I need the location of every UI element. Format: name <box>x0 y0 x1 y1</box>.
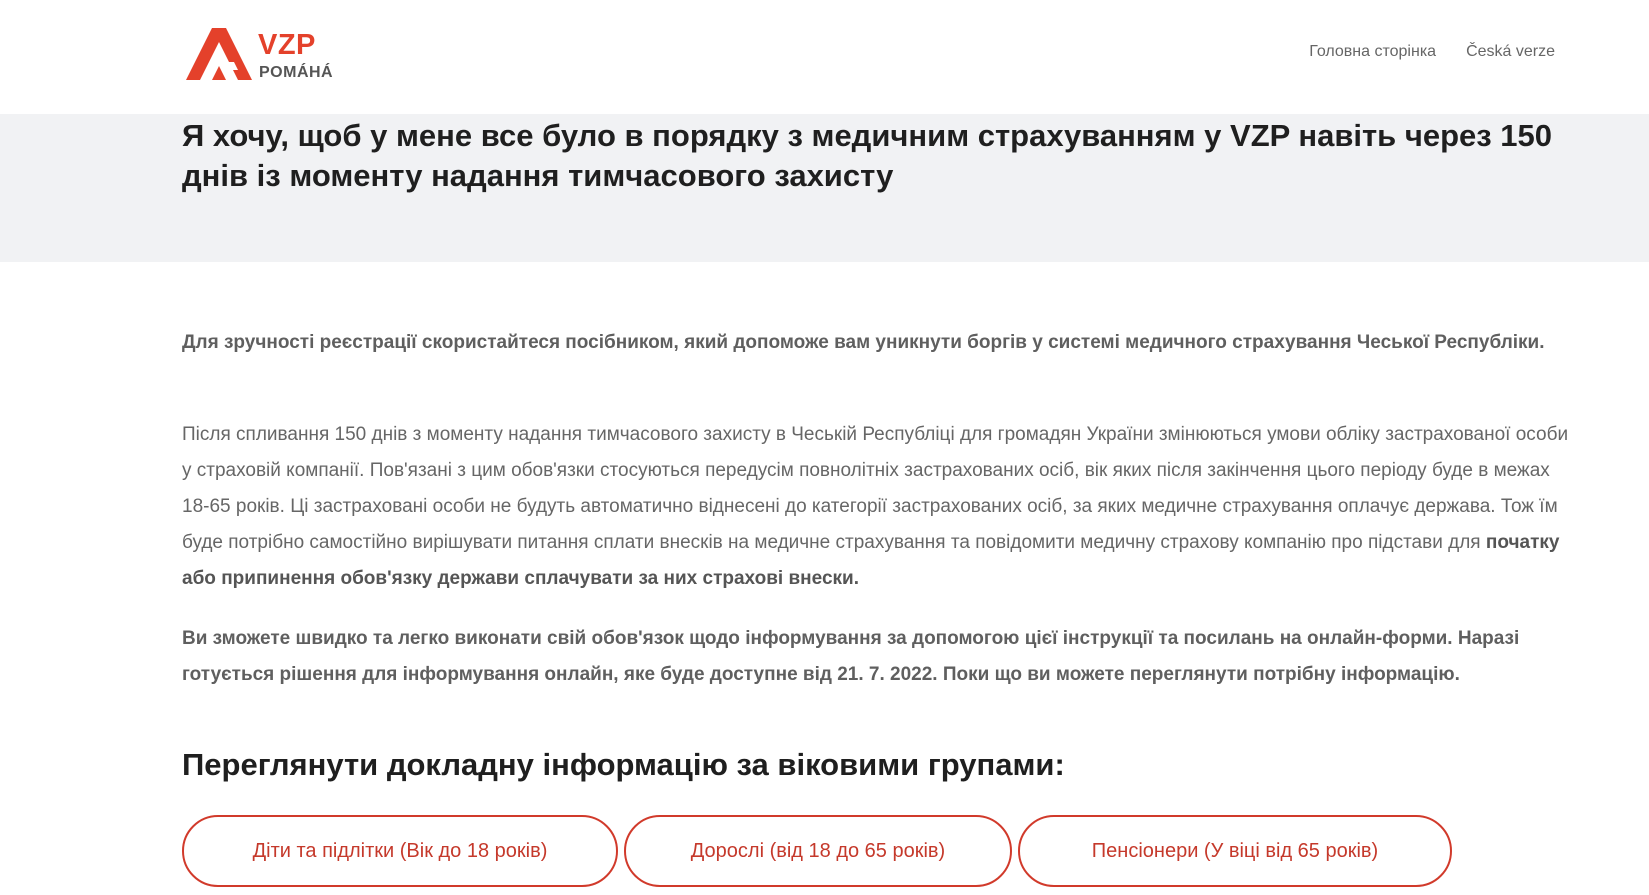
page-title: Я хочу, щоб у мене все було в порядку з … <box>182 118 1553 193</box>
logo-tagline: POMÁHÁ <box>259 64 334 81</box>
age-group-buttons: Діти та підлітки (Вік до 18 років) Дорос… <box>182 815 1452 887</box>
main-paragraph-text: Після спливання 150 днів з моменту надан… <box>182 424 1569 553</box>
children-age-group-button[interactable]: Діти та підлітки (Вік до 18 років) <box>182 815 618 887</box>
main-paragraph: Після спливання 150 днів з моменту надан… <box>182 417 1572 597</box>
nav-link-home[interactable]: Головна сторінка <box>1309 41 1436 63</box>
vzp-logo[interactable]: VZP POMÁHÁ <box>182 24 352 84</box>
info-paragraph: Ви зможете швидко та легко виконати свій… <box>182 628 1520 685</box>
nav-link-czech-version[interactable]: Česká verze <box>1466 41 1555 63</box>
logo-brand-text: VZP <box>258 29 316 61</box>
intro-paragraph: Для зручності реєстрації скористайтеся п… <box>182 332 1545 353</box>
section-heading: Переглянути докладну інформацію за віков… <box>182 747 1065 782</box>
site-header: VZP POMÁHÁ Головна сторінка Česká verze <box>0 0 1649 114</box>
adults-age-group-button[interactable]: Дорослі (від 18 до 65 років) <box>624 815 1012 887</box>
vzp-logo-icon <box>186 28 252 80</box>
pensioners-age-group-button[interactable]: Пенсіонери (У віці від 65 років) <box>1018 815 1452 887</box>
top-navigation: Головна сторінка Česká verze <box>1309 41 1555 63</box>
hero-banner: Я хочу, щоб у мене все було в порядку з … <box>0 114 1649 262</box>
